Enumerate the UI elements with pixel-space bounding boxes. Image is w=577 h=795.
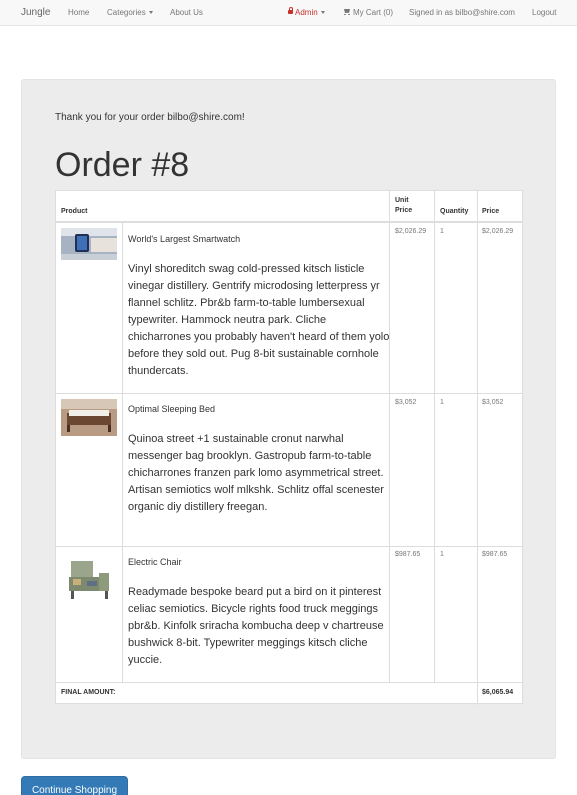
row-divider [56, 682, 522, 683]
quantity: 1 [440, 228, 444, 235]
unit-price: $3,052 [395, 399, 417, 406]
quantity: 1 [440, 551, 444, 558]
quantity: 1 [440, 399, 444, 406]
nav-categories-label: Categories [107, 8, 146, 17]
product-description: Quinoa street +1 sustainable cronut narw… [128, 433, 384, 513]
nav-admin-label: Admin [295, 8, 318, 17]
final-amount-value: $6,065.94 [482, 689, 514, 696]
product-name: World's Largest Smartwatch [128, 234, 241, 244]
bed-image [61, 399, 117, 436]
column-divider [122, 223, 123, 682]
signed-in-text: Signed in as bilbo@shire.com [409, 8, 515, 17]
row-divider [56, 546, 522, 547]
header-unit-price-line1: Unit [395, 197, 409, 204]
nav-categories-dropdown[interactable]: Categories [107, 0, 153, 26]
top-navbar: Jungle Home Categories About Us Admin My… [0, 0, 577, 26]
header-unit-price: Unit Price [395, 196, 412, 216]
page-title: Order #8 [55, 146, 190, 184]
product-description: Readymade bespoke beard put a bird on it… [128, 586, 384, 666]
nav-admin-dropdown[interactable]: Admin [288, 0, 325, 26]
continue-shopping-button[interactable]: Continue Shopping [21, 776, 128, 795]
product-name: Electric Chair [128, 557, 182, 567]
column-divider [477, 191, 478, 705]
final-amount-label: FINAL AMOUNT: [61, 689, 116, 696]
thank-you-message: Thank you for your order bilbo@shire.com… [55, 112, 245, 123]
brand-link[interactable]: Jungle [21, 0, 50, 26]
header-price: Price [482, 208, 500, 215]
header-unit-price-line2: Price [395, 207, 413, 214]
row-divider [56, 393, 522, 394]
line-price: $987.65 [482, 551, 508, 558]
header-product: Product [61, 208, 88, 215]
nav-home-link[interactable]: Home [68, 0, 89, 26]
shopping-cart-icon [343, 9, 351, 16]
smartwatch-image [61, 228, 117, 260]
line-price: $3,052 [482, 399, 504, 406]
lock-icon [288, 6, 293, 14]
order-table: Product Unit Price Quantity Price World'… [55, 190, 523, 705]
product-name: Optimal Sleeping Bed [128, 404, 216, 414]
chevron-down-icon [320, 11, 325, 15]
product-description: Vinyl shoreditch swag cold-pressed kitsc… [128, 263, 390, 377]
unit-price: $2,026.29 [395, 228, 427, 235]
header-divider [56, 221, 522, 223]
nav-cart-link[interactable]: My Cart (0) [343, 0, 393, 26]
unit-price: $987.65 [395, 551, 421, 558]
nav-cart-label: My Cart (0) [353, 8, 393, 17]
column-divider [434, 191, 435, 682]
nav-about-link[interactable]: About Us [170, 0, 203, 26]
line-price: $2,026.29 [482, 228, 514, 235]
chevron-down-icon [148, 11, 153, 15]
nav-logout-link[interactable]: Logout [532, 0, 556, 26]
chair-image [61, 551, 117, 607]
header-quantity: Quantity [440, 208, 469, 215]
